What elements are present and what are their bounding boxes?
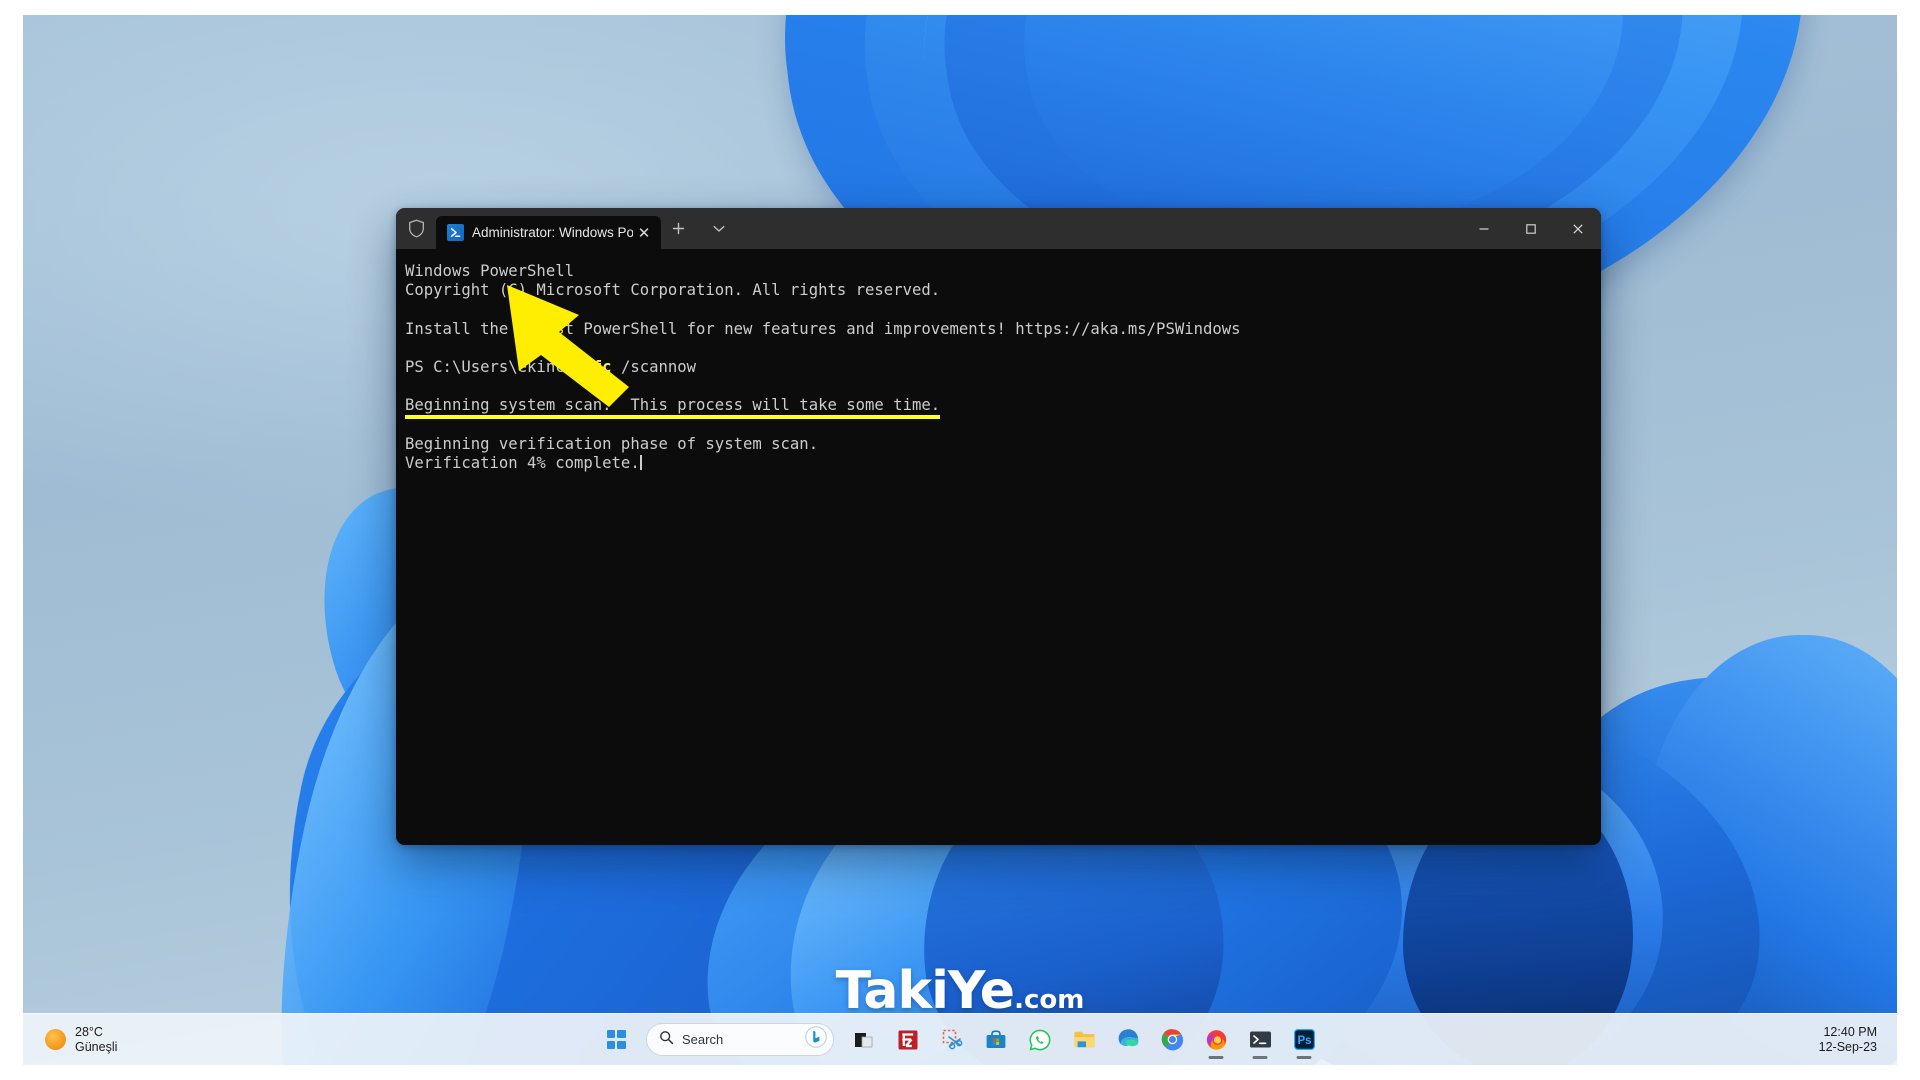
taskbar-clock[interactable]: 12:40 PM 12-Sep-23 xyxy=(1819,1025,1877,1055)
firefox-icon[interactable] xyxy=(1196,1020,1236,1060)
minimize-button[interactable] xyxy=(1460,208,1507,249)
weather-condition: Güneşli xyxy=(75,1039,118,1054)
google-chrome-icon[interactable] xyxy=(1152,1020,1192,1060)
window-titlebar[interactable]: Administrator: Windows Powe ✕ xyxy=(396,208,1601,249)
terminal-tab[interactable]: Administrator: Windows Powe ✕ xyxy=(436,216,661,249)
terminal-output-area[interactable]: Windows PowerShell Copyright (C) Microso… xyxy=(396,249,1601,845)
snipping-tool-icon[interactable] xyxy=(932,1020,972,1060)
windows-terminal-window[interactable]: Administrator: Windows Powe ✕ xyxy=(396,208,1601,845)
weather-temperature: 28°C xyxy=(75,1025,103,1040)
yellow-underline-highlight xyxy=(405,414,941,419)
chevron-down-icon[interactable] xyxy=(702,225,736,233)
titlebar-drag-area[interactable] xyxy=(736,208,1460,249)
window-controls xyxy=(1460,208,1601,249)
weather-widget[interactable]: 28°C Güneşli xyxy=(23,1014,129,1065)
svg-text:Ps: Ps xyxy=(1297,1035,1311,1047)
start-button[interactable] xyxy=(596,1020,636,1060)
close-tab-icon[interactable]: ✕ xyxy=(633,222,655,244)
maximize-button[interactable] xyxy=(1507,208,1554,249)
shield-icon xyxy=(396,208,436,249)
search-input[interactable]: Search xyxy=(646,1023,834,1056)
terminal-line-with-cursor: Verification 4% complete. xyxy=(405,454,1601,473)
microsoft-store-icon[interactable] xyxy=(976,1020,1016,1060)
windows-logo-icon xyxy=(606,1030,626,1049)
new-tab-button[interactable] xyxy=(661,222,695,235)
text-cursor xyxy=(639,455,642,471)
search-placeholder-text: Search xyxy=(682,1032,724,1047)
adobe-app-icon[interactable] xyxy=(844,1020,884,1060)
taskbar-center-group: Search Ps xyxy=(596,1020,1324,1060)
microsoft-edge-icon[interactable] xyxy=(1108,1020,1148,1060)
photoshop-icon[interactable]: Ps xyxy=(1284,1020,1324,1060)
clock-time: 12:40 PM xyxy=(1823,1024,1877,1039)
yellow-arrow-pointer xyxy=(501,279,701,414)
windows-terminal-icon[interactable] xyxy=(1240,1020,1280,1060)
filezilla-icon[interactable] xyxy=(888,1020,928,1060)
clock-date: 12-Sep-23 xyxy=(1818,1039,1877,1054)
close-window-button[interactable] xyxy=(1554,208,1601,249)
file-explorer-icon[interactable] xyxy=(1064,1020,1104,1060)
tab-title-label: Administrator: Windows Powe xyxy=(472,225,633,240)
desktop-screen: TakiYe.com Administrator: Windows Po ✕ W… xyxy=(22,14,1898,1066)
powershell-icon xyxy=(447,224,464,241)
copilot-bing-icon[interactable] xyxy=(805,1026,827,1053)
windows-taskbar[interactable]: 28°C Güneşli Search Ps 12:40 PM 12-Sep-2… xyxy=(23,1013,1897,1065)
search-icon xyxy=(659,1030,674,1050)
terminal-line: Beginning verification phase of system s… xyxy=(405,434,819,453)
sun-icon xyxy=(45,1029,66,1050)
titlebar-left-group: Administrator: Windows Powe ✕ xyxy=(396,208,736,249)
whatsapp-icon[interactable] xyxy=(1020,1020,1060,1060)
progress-text: Verification 4% complete. xyxy=(405,454,640,473)
